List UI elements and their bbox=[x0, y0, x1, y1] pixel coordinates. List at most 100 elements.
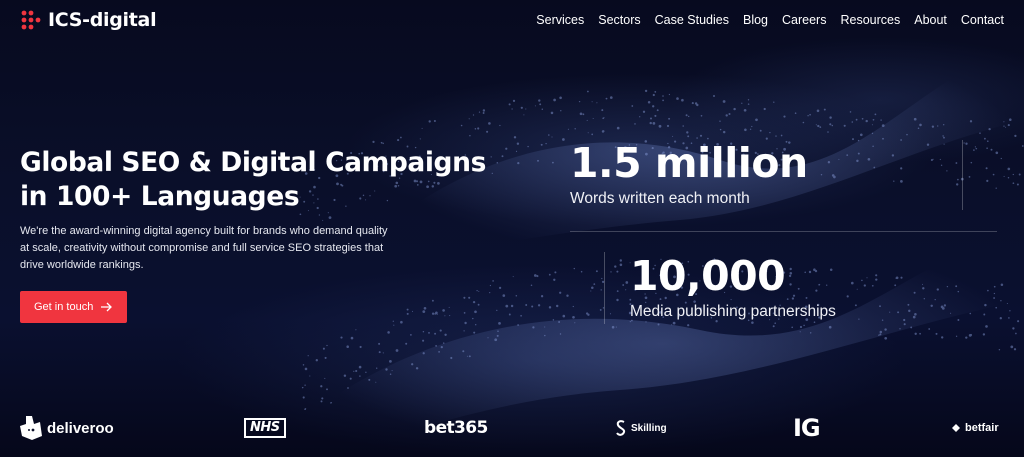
particle-dot bbox=[1000, 300, 1002, 302]
particle-dot bbox=[809, 332, 812, 334]
stat-divider-horizontal bbox=[570, 231, 997, 232]
particle-dot bbox=[855, 118, 858, 121]
particle-dot bbox=[900, 276, 903, 279]
particle-dot bbox=[662, 95, 664, 97]
particle-dot bbox=[359, 375, 361, 377]
particle-dot bbox=[534, 105, 536, 107]
particle-dot bbox=[884, 328, 887, 331]
particle-dot bbox=[852, 138, 854, 141]
particle-dot bbox=[969, 120, 973, 123]
particle-dot bbox=[881, 124, 885, 127]
particle-dot bbox=[516, 142, 520, 145]
particle-dot bbox=[527, 145, 529, 148]
particle-dot bbox=[658, 124, 662, 128]
nav-item-sectors[interactable]: Sectors bbox=[598, 13, 640, 27]
particle-dot bbox=[984, 303, 987, 307]
particle-dot bbox=[652, 122, 656, 125]
particle-dot bbox=[970, 161, 973, 164]
arrow-right-icon bbox=[101, 302, 113, 312]
particle-dot bbox=[389, 373, 392, 376]
particle-dot bbox=[540, 143, 543, 146]
particle-dot bbox=[879, 305, 881, 308]
brand-logo[interactable]: ICS-digital bbox=[20, 9, 157, 31]
particle-dot bbox=[943, 136, 945, 139]
particle-dot bbox=[900, 180, 903, 183]
particle-dot bbox=[879, 330, 883, 334]
particle-dot bbox=[922, 287, 925, 290]
particle-dot bbox=[942, 135, 944, 137]
particle-dot bbox=[685, 114, 688, 117]
particle-dot bbox=[531, 305, 534, 308]
particle-dot bbox=[574, 322, 576, 324]
particle-dot bbox=[668, 117, 671, 120]
particle-dot bbox=[831, 124, 834, 127]
particle-dot bbox=[376, 367, 378, 369]
nav-item-about[interactable]: About bbox=[914, 13, 947, 27]
particle-dot bbox=[582, 113, 585, 116]
particle-dot bbox=[644, 89, 648, 93]
nav-item-contact[interactable]: Contact bbox=[961, 13, 1004, 27]
particle-dot bbox=[605, 97, 608, 100]
particle-dot bbox=[838, 158, 840, 160]
particle-dot bbox=[358, 365, 362, 369]
particle-dot bbox=[553, 278, 556, 281]
particle-dot bbox=[378, 351, 381, 354]
nav-item-resources[interactable]: Resources bbox=[840, 13, 900, 27]
particle-dot bbox=[747, 99, 750, 101]
nav-item-blog[interactable]: Blog bbox=[743, 13, 768, 27]
client-logos: deliveroo NHS bet365 Skilling IG betfair bbox=[0, 412, 1024, 444]
nav-item-services[interactable]: Services bbox=[536, 13, 584, 27]
particle-dot bbox=[520, 106, 523, 109]
particle-dot bbox=[355, 369, 358, 373]
nav-item-careers[interactable]: Careers bbox=[782, 13, 826, 27]
particle-dot bbox=[965, 336, 968, 339]
particle-dot bbox=[346, 345, 349, 348]
particle-dot bbox=[1007, 167, 1011, 171]
particle-dot bbox=[889, 311, 891, 313]
particle-dot bbox=[986, 147, 988, 149]
particle-dot bbox=[523, 114, 525, 116]
particle-dot bbox=[867, 157, 871, 161]
particle-dot bbox=[733, 107, 736, 111]
particle-dot bbox=[1010, 345, 1014, 349]
particle-dot bbox=[990, 148, 993, 151]
particle-dot bbox=[558, 321, 561, 323]
particle-dot bbox=[478, 111, 481, 113]
particle-dot bbox=[541, 108, 544, 111]
particle-dot bbox=[682, 125, 684, 127]
particle-dot bbox=[428, 120, 431, 123]
particle-dot bbox=[372, 140, 375, 144]
particle-dot bbox=[304, 384, 306, 386]
particle-dot bbox=[672, 321, 676, 325]
particle-dot bbox=[813, 321, 816, 324]
particle-dot bbox=[668, 93, 671, 96]
particle-dot bbox=[940, 164, 943, 166]
deliveroo-wordmark: deliveroo bbox=[47, 419, 114, 437]
particle-dot bbox=[861, 279, 863, 282]
particle-dot bbox=[1007, 177, 1010, 179]
particle-dot bbox=[917, 127, 920, 129]
particle-dot bbox=[823, 108, 826, 111]
particle-dot bbox=[857, 139, 860, 142]
particle-dot bbox=[1003, 121, 1005, 123]
particle-dot bbox=[1003, 125, 1005, 127]
particle-dot bbox=[411, 363, 414, 366]
particle-dot bbox=[857, 152, 860, 155]
particle-dot bbox=[943, 143, 945, 145]
particle-dot bbox=[631, 105, 634, 107]
particle-dot bbox=[525, 108, 527, 110]
get-in-touch-button[interactable]: Get in touch bbox=[20, 291, 128, 323]
particle-dot bbox=[955, 162, 958, 164]
particle-dot bbox=[963, 142, 965, 144]
particle-dot bbox=[472, 114, 475, 116]
particle-dot bbox=[899, 328, 901, 330]
particle-dot bbox=[900, 139, 902, 141]
particle-dot bbox=[469, 134, 471, 137]
nav-item-case-studies[interactable]: Case Studies bbox=[655, 13, 729, 27]
particle-dot bbox=[987, 289, 989, 292]
particle-dot bbox=[321, 397, 324, 400]
particle-dot bbox=[912, 315, 916, 319]
client-logo-bet365: bet365 bbox=[424, 412, 488, 444]
particle-dot bbox=[802, 121, 805, 124]
particle-dot bbox=[378, 342, 381, 345]
